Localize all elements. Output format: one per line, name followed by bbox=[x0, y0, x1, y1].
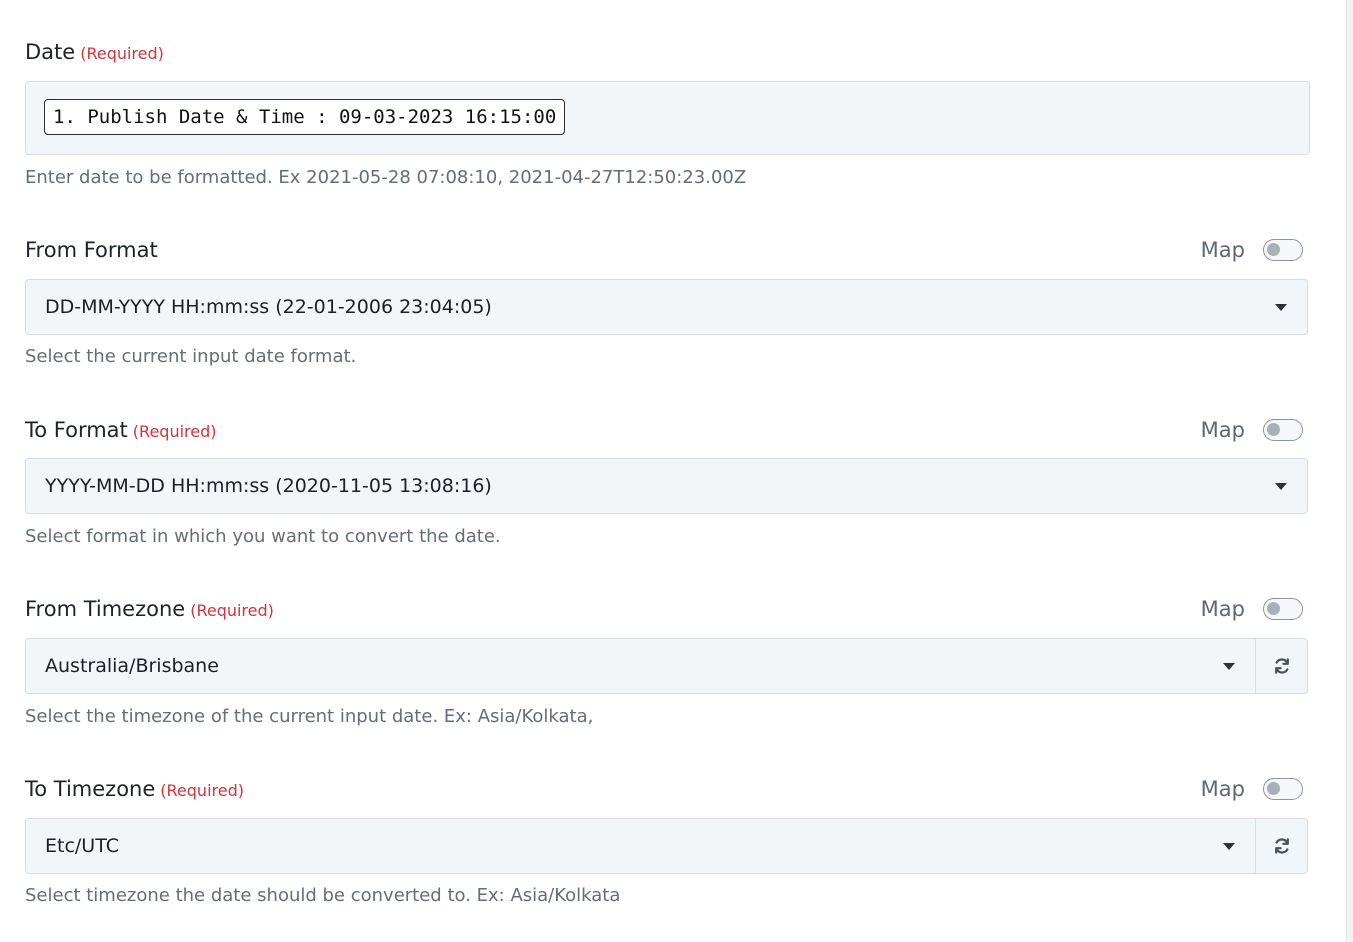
map-toggle[interactable] bbox=[1263, 239, 1303, 261]
toggle-knob bbox=[1267, 243, 1280, 256]
to-format-selected-value: YYYY-MM-DD HH:mm:ss (2020-11-05 13:08:16… bbox=[45, 475, 492, 497]
to-timezone-control-row: Etc/UTC bbox=[25, 818, 1310, 874]
map-label: Map bbox=[1200, 418, 1245, 442]
to-timezone-label-text: To Timezone bbox=[25, 777, 156, 801]
to-format-help-text: Select format in which you want to conve… bbox=[25, 526, 501, 547]
date-help-text: Enter date to be formatted. Ex 2021-05-2… bbox=[25, 167, 747, 188]
required-marker: (Required) bbox=[190, 601, 274, 620]
required-marker: (Required) bbox=[80, 44, 164, 63]
from-timezone-field: From Timezone (Required) Map Australia/Br… bbox=[25, 594, 1310, 732]
toggle-knob bbox=[1267, 423, 1280, 436]
to-format-map-control: Map bbox=[1201, 415, 1303, 445]
to-format-label: To Format (Required) bbox=[25, 415, 217, 447]
map-label: Map bbox=[1200, 597, 1245, 621]
map-toggle[interactable] bbox=[1263, 598, 1303, 620]
toggle-knob bbox=[1267, 782, 1280, 795]
from-format-label-text: From Format bbox=[25, 238, 158, 262]
to-timezone-map-control: Map bbox=[1201, 774, 1303, 804]
to-format-select[interactable]: YYYY-MM-DD HH:mm:ss (2020-11-05 13:08:16… bbox=[25, 458, 1308, 514]
required-marker: (Required) bbox=[132, 422, 217, 441]
date-field: Date (Required) 1. Publish Date & Time : … bbox=[25, 37, 1310, 193]
map-label: Map bbox=[1200, 777, 1245, 801]
from-format-help-text: Select the current input date format. bbox=[25, 346, 357, 367]
to-format-label-row: To Format (Required) Map bbox=[25, 415, 1310, 445]
required-marker: (Required) bbox=[160, 781, 244, 800]
caret-down-icon bbox=[1275, 483, 1287, 490]
from-format-label-row: From Format Map bbox=[25, 235, 1310, 265]
from-timezone-help-text: Select the timezone of the current input… bbox=[25, 706, 594, 727]
to-format-field: To Format (Required) Map YYYY-MM-DD HH:mm… bbox=[25, 415, 1310, 552]
to-timezone-selected-value: Etc/UTC bbox=[45, 835, 119, 857]
to-timezone-label: To Timezone (Required) bbox=[25, 774, 244, 806]
from-timezone-control-row: Australia/Brisbane bbox=[25, 638, 1310, 694]
caret-down-icon bbox=[1223, 663, 1235, 670]
scrollbar-track[interactable] bbox=[1346, 0, 1353, 942]
map-toggle[interactable] bbox=[1263, 778, 1303, 800]
map-toggle[interactable] bbox=[1263, 419, 1303, 441]
date-label: Date (Required) bbox=[25, 37, 164, 69]
date-mapped-value-pill[interactable]: 1. Publish Date & Time : 09-03-2023 16:1… bbox=[44, 99, 566, 135]
date-input[interactable]: 1. Publish Date & Time : 09-03-2023 16:1… bbox=[25, 81, 1310, 155]
refresh-icon bbox=[1274, 658, 1289, 674]
date-label-row: Date (Required) bbox=[25, 37, 1310, 67]
to-timezone-select[interactable]: Etc/UTC bbox=[25, 818, 1256, 874]
from-timezone-label-text: From Timezone bbox=[25, 597, 186, 621]
caret-down-icon bbox=[1223, 843, 1235, 850]
from-format-label: From Format bbox=[25, 235, 158, 265]
from-timezone-label-row: From Timezone (Required) Map bbox=[25, 594, 1310, 624]
from-timezone-label: From Timezone (Required) bbox=[25, 594, 274, 626]
to-timezone-field: To Timezone (Required) Map Etc/UTC Select… bbox=[25, 774, 1310, 911]
from-timezone-select[interactable]: Australia/Brisbane bbox=[25, 638, 1256, 694]
refresh-button[interactable] bbox=[1255, 638, 1308, 694]
date-label-text: Date bbox=[25, 40, 76, 64]
refresh-button[interactable] bbox=[1255, 818, 1308, 874]
from-format-field: From Format Map DD-MM-YYYY HH:mm:ss (22-… bbox=[25, 235, 1310, 372]
from-format-selected-value: DD-MM-YYYY HH:mm:ss (22-01-2006 23:04:05… bbox=[45, 296, 492, 318]
map-label: Map bbox=[1200, 238, 1245, 262]
caret-down-icon bbox=[1275, 304, 1287, 311]
to-timezone-label-row: To Timezone (Required) Map bbox=[25, 774, 1310, 804]
toggle-knob bbox=[1267, 602, 1280, 615]
refresh-icon bbox=[1274, 838, 1289, 854]
from-timezone-selected-value: Australia/Brisbane bbox=[45, 655, 219, 677]
from-format-select[interactable]: DD-MM-YYYY HH:mm:ss (22-01-2006 23:04:05… bbox=[25, 279, 1308, 335]
to-timezone-help-text: Select timezone the date should be conve… bbox=[25, 885, 621, 906]
from-format-map-control: Map bbox=[1201, 235, 1303, 265]
from-timezone-map-control: Map bbox=[1201, 594, 1303, 624]
to-format-label-text: To Format bbox=[25, 418, 128, 442]
